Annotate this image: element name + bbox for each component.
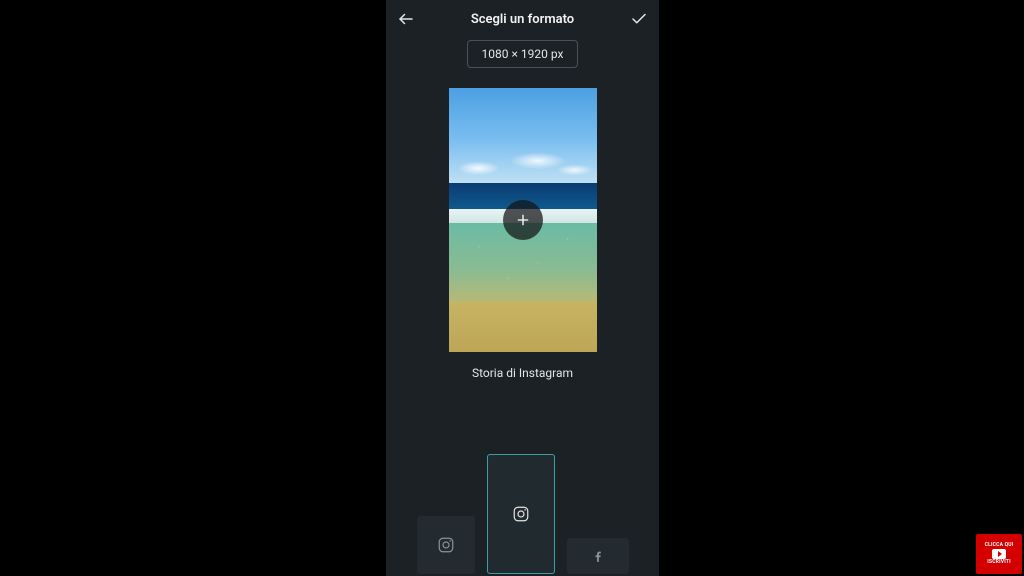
instagram-icon [512,505,530,523]
subscribe-bottom-text: ISCRIVITI [987,560,1011,565]
format-instagram-square[interactable] [417,516,475,574]
dimensions-label: 1080 × 1920 px [482,47,564,61]
check-icon [630,10,648,28]
app-panel: Scegli un formato 1080 × 1920 px [386,0,659,576]
plus-icon [515,212,531,228]
stage: Scegli un formato 1080 × 1920 px [0,0,1024,576]
instagram-icon [437,536,455,554]
back-button[interactable] [396,9,416,29]
format-picker [386,451,659,576]
confirm-button[interactable] [629,9,649,29]
play-icon [992,549,1006,559]
format-facebook-wide[interactable] [567,538,629,574]
add-media-button[interactable] [503,200,543,240]
preview-label: Storia di Instagram [472,366,573,380]
preview-clouds [449,146,597,183]
preview-canvas [449,88,597,352]
arrow-left-icon [397,10,415,28]
subscribe-badge[interactable]: CLICCA QUI ISCRIVITI [976,534,1022,574]
page-title: Scegli un formato [471,12,574,27]
subscribe-top-text: CLICCA QUI [985,543,1014,548]
header-bar: Scegli un formato [386,8,659,30]
facebook-icon [591,549,605,563]
preview-sand [449,302,597,352]
format-instagram-story[interactable] [487,454,555,574]
dimensions-selector[interactable]: 1080 × 1920 px [467,40,579,68]
